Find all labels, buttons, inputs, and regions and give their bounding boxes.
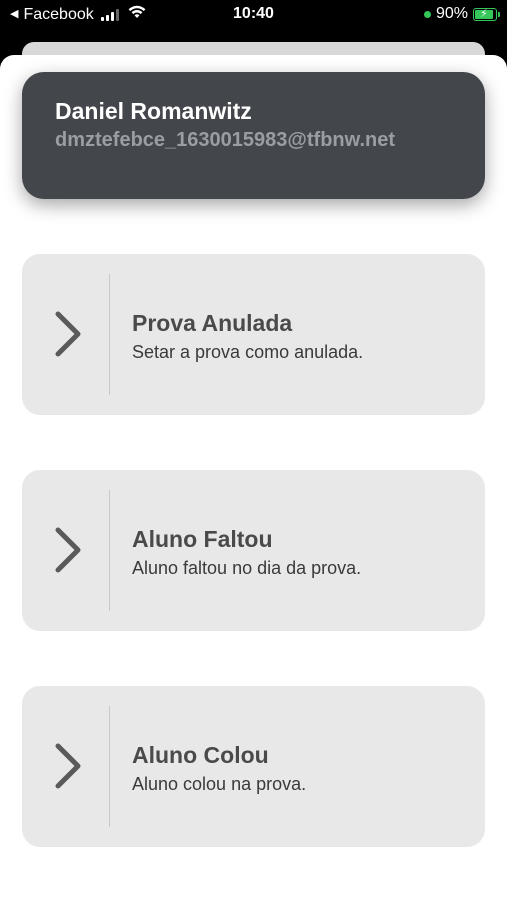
chevron-right-icon <box>55 311 81 357</box>
divider <box>109 274 110 395</box>
divider <box>109 706 110 827</box>
user-email: dmztefebce_1630015983@tfbnw.net <box>55 129 396 151</box>
option-aluno-colou[interactable]: Aluno Colou Aluno colou na prova. <box>22 686 485 847</box>
option-description: Aluno colou na prova. <box>132 774 307 794</box>
privacy-indicator-dot <box>423 10 431 18</box>
option-title: Aluno Colou <box>132 742 269 768</box>
chevron-right-icon <box>55 527 81 573</box>
status-right: 90% ⚡ <box>423 5 500 23</box>
divider <box>109 490 110 611</box>
user-name: Daniel Romanwitz <box>55 98 252 124</box>
battery-charging-icon: ⚡ <box>473 7 500 21</box>
status-bar: ◀ Facebook 10:40 90% ⚡ <box>0 0 507 30</box>
option-aluno-faltou[interactable]: Aluno Faltou Aluno faltou no dia da prov… <box>22 470 485 631</box>
battery-percent: 90% <box>435 5 468 22</box>
option-description: Aluno faltou no dia da prova. <box>132 558 362 578</box>
option-prova-anulada[interactable]: Prova Anulada Setar a prova como anulada… <box>22 254 485 415</box>
option-description: Setar a prova como anulada. <box>132 342 364 362</box>
charging-bolt-icon: ⚡ <box>480 7 488 20</box>
option-title: Aluno Faltou <box>132 526 273 552</box>
user-card: Daniel Romanwitz dmztefebce_1630015983@t… <box>22 72 485 199</box>
chevron-right-icon <box>55 743 81 789</box>
option-title: Prova Anulada <box>132 310 293 336</box>
